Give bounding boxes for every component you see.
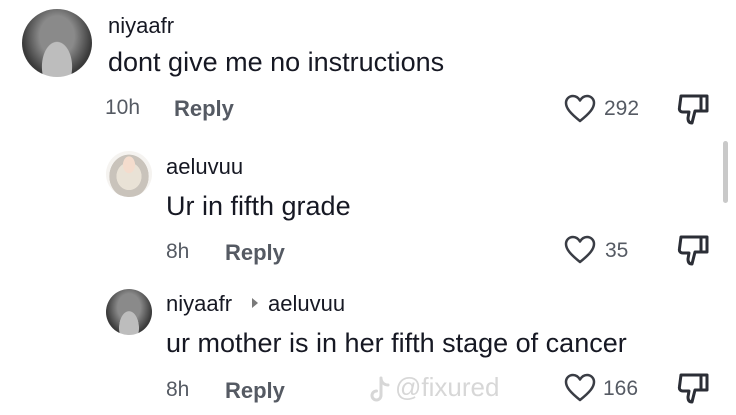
like-count: 166 <box>603 377 639 400</box>
comment-time: 8h <box>166 240 190 263</box>
dislike-icon[interactable] <box>675 93 711 127</box>
comment-username[interactable]: niyaafr <box>166 291 232 317</box>
dislike-icon[interactable] <box>675 372 711 406</box>
avatar[interactable] <box>106 289 152 335</box>
reply-button[interactable]: Reply <box>225 240 285 266</box>
comment-text: Ur in fifth grade <box>166 191 351 221</box>
comment-time: 8h <box>166 378 190 401</box>
comment-time: 10h <box>105 96 141 119</box>
reply-button[interactable]: Reply <box>174 96 234 122</box>
scrollbar[interactable] <box>723 141 728 203</box>
avatar[interactable] <box>106 151 152 197</box>
heart-outline-icon[interactable] <box>564 235 596 265</box>
like-count: 35 <box>605 239 629 262</box>
heart-outline-icon[interactable] <box>564 373 596 403</box>
comment-username[interactable]: aeluvuu <box>166 154 243 180</box>
like-count: 292 <box>604 97 640 120</box>
comment-text: ur mother is in her fifth stage of cance… <box>166 328 627 358</box>
comment-text: dont give me no instructions <box>108 47 445 77</box>
reply-button[interactable]: Reply <box>225 378 285 404</box>
avatar[interactable] <box>22 9 92 77</box>
comment-username[interactable]: niyaafr <box>108 13 174 39</box>
reply-arrow-icon <box>252 298 258 308</box>
dislike-icon[interactable] <box>675 234 711 268</box>
watermark: @fixured <box>395 372 500 402</box>
heart-outline-icon[interactable] <box>564 94 596 124</box>
tiktok-logo-icon <box>370 376 390 402</box>
reply-to-username[interactable]: aeluvuu <box>268 291 345 317</box>
